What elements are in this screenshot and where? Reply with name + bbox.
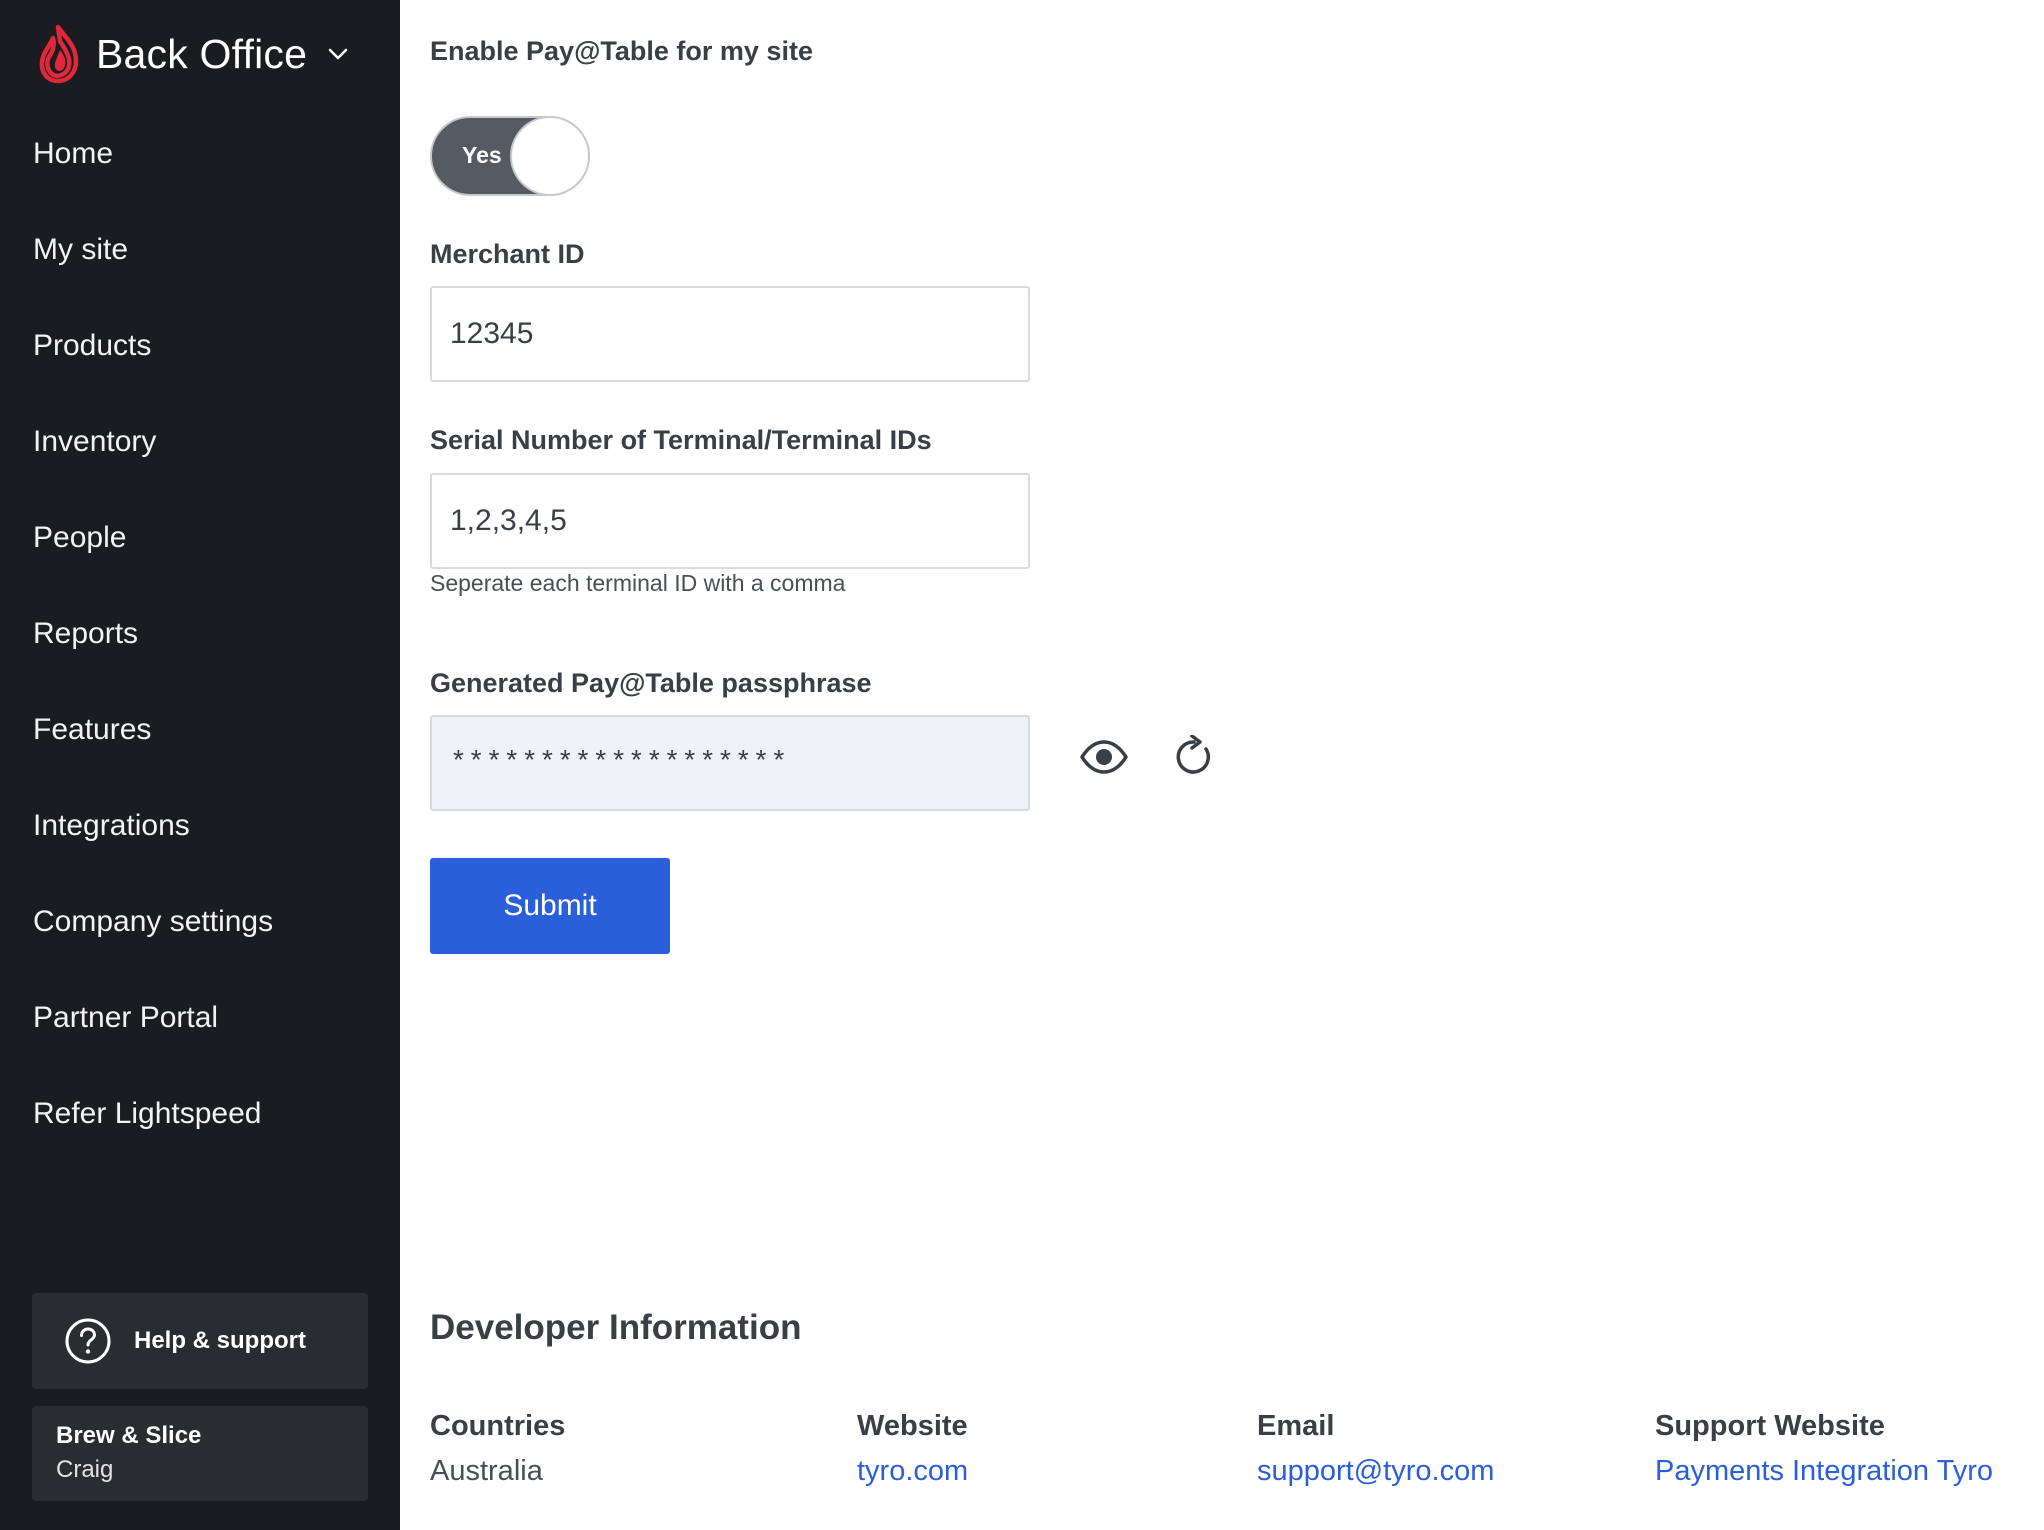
sidebar-item-refer-lightspeed[interactable]: Refer Lightspeed [0,1066,400,1162]
chevron-down-icon [328,48,348,60]
terminal-ids-label: Serial Number of Terminal/Terminal IDs [430,425,932,455]
support-website-link[interactable]: Payments Integration Tyro [1655,1455,1993,1488]
account-user-name: Craig [56,1456,114,1483]
toggle-state-label: Yes [462,142,502,168]
sidebar-item-home[interactable]: Home [0,106,400,202]
sidebar-nav: Home My site Products Inventory People R… [0,106,400,1162]
submit-button[interactable]: Submit [430,858,670,954]
website-link[interactable]: tyro.com [857,1455,968,1488]
developer-info-title: Developer Information [430,1308,802,1347]
merchant-id-label: Merchant ID [430,239,585,269]
help-support-label: Help & support [134,1327,306,1354]
developer-website: Website tyro.com [857,1410,968,1488]
countries-label: Countries [430,1410,566,1442]
regenerate-passphrase-button[interactable] [1166,729,1222,785]
sidebar-item-integrations[interactable]: Integrations [0,778,400,874]
sidebar-item-inventory[interactable]: Inventory [0,394,400,490]
sidebar-item-my-site[interactable]: My site [0,202,400,298]
sidebar-item-reports[interactable]: Reports [0,586,400,682]
show-passphrase-button[interactable] [1076,729,1132,785]
question-circle-icon [65,1318,111,1364]
developer-email: Email support@tyro.com [1257,1410,1494,1488]
terminal-ids-hint: Seperate each terminal ID with a comma [430,570,846,596]
sidebar-item-company-settings[interactable]: Company settings [0,874,400,970]
passphrase-label: Generated Pay@Table passphrase [430,668,872,698]
support-website-label: Support Website [1655,1410,1885,1442]
sidebar: Back Office Home My site Products Invent… [0,0,400,1530]
account-business-name: Brew & Slice [56,1422,202,1449]
lightspeed-flame-icon [39,24,79,84]
brand-switcher[interactable]: Back Office [36,22,349,86]
main-content: Enable Pay@Table for my site Yes Merchan… [400,0,2044,1530]
eye-icon [1080,740,1128,774]
website-label: Website [857,1410,968,1442]
enable-pay-at-table-toggle[interactable]: Yes [430,116,590,196]
developer-countries: Countries Australia [430,1410,565,1488]
sidebar-item-partner-portal[interactable]: Partner Portal [0,970,400,1066]
developer-support-website: Support Website Payments Integration Tyr… [1655,1410,1993,1488]
countries-value: Australia [430,1455,543,1487]
enable-pay-at-table-label: Enable Pay@Table for my site [430,36,813,66]
sidebar-item-people[interactable]: People [0,490,400,586]
passphrase-field[interactable] [430,715,1030,811]
refresh-icon [1176,735,1211,774]
sidebar-item-products[interactable]: Products [0,298,400,394]
terminal-ids-input[interactable] [430,473,1030,569]
brand-title: Back Office [96,30,308,77]
help-support-button[interactable]: Help & support [32,1293,368,1389]
merchant-id-input[interactable] [430,286,1030,382]
email-link[interactable]: support@tyro.com [1257,1455,1494,1488]
email-label: Email [1257,1410,1335,1442]
toggle-knob [510,116,590,196]
account-switcher[interactable]: Brew & Slice Craig [32,1406,368,1501]
sidebar-item-features[interactable]: Features [0,682,400,778]
